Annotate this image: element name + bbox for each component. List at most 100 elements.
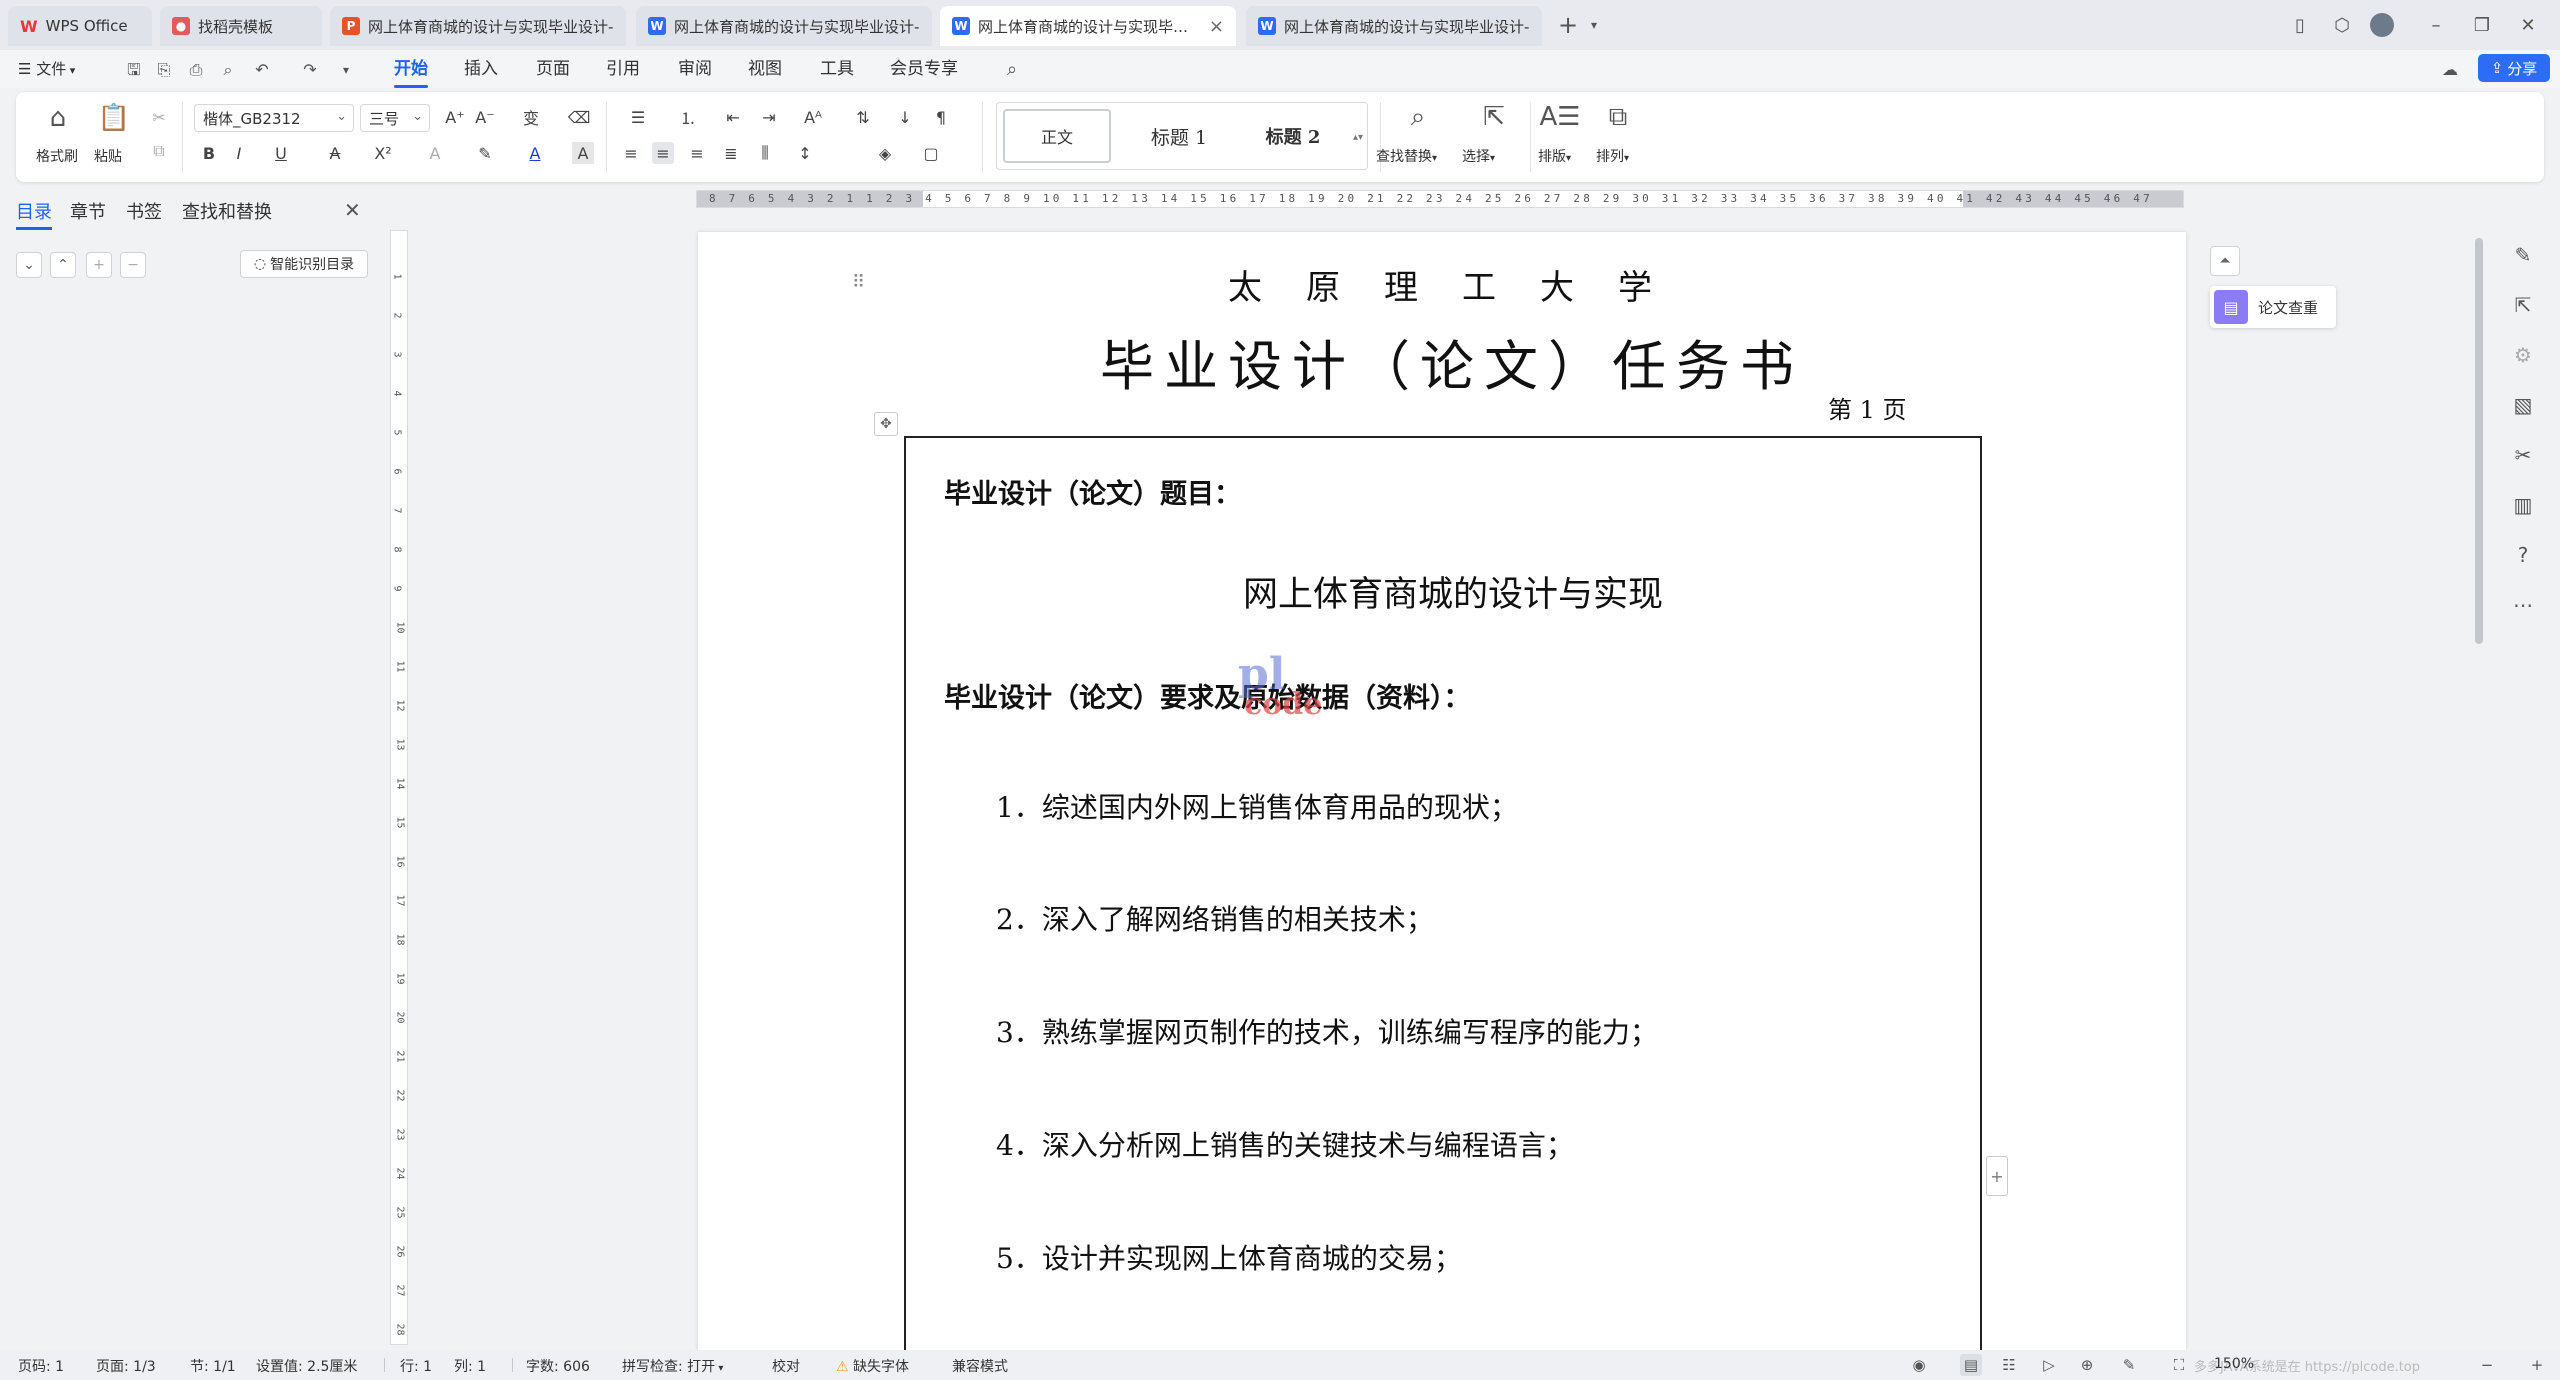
select-button[interactable]: 选择▾ [1462, 146, 1495, 166]
image-edit-icon[interactable]: ▧ [2508, 390, 2538, 420]
status-spell-check[interactable]: 拼写检查: 打开 ▾ [622, 1356, 723, 1376]
strikethrough-icon[interactable]: A [320, 142, 350, 164]
document-page[interactable]: ⠿ 太原理工大学 毕业设计（论文）任务书 第 1 页 ✥ 毕业设计（论文）题目：… [698, 232, 2186, 1350]
increase-indent-icon[interactable]: ⇥ [758, 106, 780, 128]
settings-sliders-icon[interactable]: ⚙ [2508, 340, 2538, 370]
layout-button[interactable]: 排版▾ [1538, 146, 1571, 166]
status-pages[interactable]: 页面: 1/3 [96, 1356, 156, 1376]
tab-list-chevron-icon[interactable]: ▾ [1578, 10, 1610, 40]
horizontal-ruler[interactable]: 8 7 6 5 4 3 2 1 1 2 3 4 5 6 7 8 9 10 11 … [696, 190, 2184, 208]
undo-icon[interactable]: ↶ [252, 60, 272, 80]
redo-icon[interactable]: ↷ [300, 60, 320, 80]
tab-wps-home[interactable]: W WPS Office [8, 6, 152, 46]
status-setting[interactable]: 设置值: 2.5厘米 [256, 1356, 357, 1376]
bullet-list-icon[interactable]: ☰ [620, 106, 656, 128]
more-chevron-icon[interactable]: ▾ [336, 60, 356, 80]
line-spacing-icon[interactable]: ↕ [788, 142, 822, 164]
numbered-list-icon[interactable]: ⒈ [670, 106, 706, 128]
arrange-icon[interactable]: ⧉ [1600, 100, 1636, 134]
vertical-scrollbar[interactable] [2472, 194, 2486, 1340]
print-preview-icon[interactable]: ⌕ [218, 60, 238, 80]
nav-tab-chapters[interactable]: 章节 [70, 198, 106, 224]
table-move-icon[interactable]: ✥ [874, 412, 898, 436]
nav-tab-bookmarks[interactable]: 书签 [126, 198, 162, 224]
decrease-indent-icon[interactable]: ⇤ [722, 106, 744, 128]
paste-button[interactable]: 粘贴 [94, 146, 122, 166]
page-view-icon[interactable]: ▤ [1960, 1354, 1982, 1376]
layout-icon[interactable]: ▯ [2284, 10, 2316, 40]
style-heading-2[interactable]: 标题 2 [1241, 109, 1345, 163]
layout-typeset-icon[interactable]: A☰ [1539, 100, 1580, 134]
menu-tools[interactable]: 工具 [820, 56, 854, 82]
phonetic-icon[interactable]: 变 [516, 106, 546, 128]
close-tab-icon[interactable]: × [1209, 16, 1224, 37]
sort-icon[interactable]: ⇅ [846, 106, 880, 128]
more-icon[interactable]: ⋯ [2508, 590, 2538, 620]
paste-icon[interactable]: 📋 [96, 102, 132, 134]
shrink-font-icon[interactable]: A⁻ [474, 106, 496, 128]
eye-protect-icon[interactable]: ◉ [1908, 1354, 1930, 1376]
align-left-icon[interactable]: ≡ [620, 142, 642, 164]
smart-toc-button[interactable]: ◌ 智能识别目录 [240, 250, 368, 278]
export-icon[interactable]: ⎘ [154, 60, 174, 80]
menu-view[interactable]: 视图 [748, 56, 782, 82]
menu-references[interactable]: 引用 [606, 56, 640, 82]
zoom-level[interactable]: 150% [2214, 1356, 2254, 1372]
cube-icon[interactable]: ⬡ [2326, 10, 2358, 40]
menu-home[interactable]: 开始 [394, 56, 428, 88]
cloud-sync-icon[interactable]: ☁ [2440, 60, 2460, 80]
tab-ppt-doc[interactable]: P 网上体育商城的设计与实现毕业设计- [330, 6, 626, 46]
align-right-icon[interactable]: ≡ [686, 142, 708, 164]
tab-word-doc-active[interactable]: W 网上体育商城的设计与实现毕业设计 × [940, 6, 1236, 46]
font-color-icon[interactable]: A [520, 142, 550, 164]
status-missing-font[interactable]: ⚠ 缺失字体 [836, 1356, 909, 1376]
save-icon[interactable]: 🖫 [124, 60, 144, 80]
expand-all-icon[interactable]: ⌄ [16, 252, 42, 278]
shading-icon[interactable]: ◈ [868, 142, 902, 164]
web-view-icon[interactable]: ⊕ [2076, 1354, 2098, 1376]
find-replace-icon[interactable]: ⌕ [1400, 100, 1436, 134]
add-row-icon[interactable]: + [1986, 1156, 2008, 1196]
play-icon[interactable]: ▷ [2038, 1354, 2060, 1376]
text-effect-icon[interactable]: A [420, 142, 450, 164]
justify-icon[interactable]: ≣ [720, 142, 742, 164]
copy-icon[interactable]: ⧉ [148, 140, 170, 162]
fit-zoom-icon[interactable]: ⛶ [2168, 1354, 2190, 1376]
highlight-icon[interactable]: ✎ [470, 142, 500, 164]
avatar[interactable] [2366, 10, 2398, 40]
select-cursor-icon[interactable]: ⇱ [1476, 100, 1512, 134]
tools-icon[interactable]: ✂ [2508, 440, 2538, 470]
menu-insert[interactable]: 插入 [464, 56, 498, 82]
file-menu[interactable]: ☰ 文件 ▾ [18, 56, 75, 82]
zoom-in-icon[interactable]: + [2526, 1354, 2548, 1376]
font-size-select[interactable]: 三号 ⌄ [360, 104, 430, 132]
share-button[interactable]: ⇪ 分享 [2478, 54, 2550, 82]
distribute-icon[interactable]: ⫼ [754, 142, 776, 164]
sort-az-icon[interactable]: ↓ [894, 106, 916, 128]
nav-tab-toc[interactable]: 目录 [16, 198, 52, 230]
restore-icon[interactable]: ❐ [2466, 10, 2498, 40]
collapse-all-icon[interactable]: ⌃ [50, 252, 76, 278]
scrollbar-thumb[interactable] [2475, 238, 2483, 644]
format-painter-icon[interactable]: ⌂ [40, 102, 76, 134]
grow-font-icon[interactable]: A⁺ [444, 106, 466, 128]
find-replace-button[interactable]: 查找替换▾ [1376, 146, 1437, 166]
styles-scroll-icon[interactable]: ▴▾ [1351, 107, 1365, 167]
format-painter-button[interactable]: 格式刷 [36, 146, 78, 166]
align-center-icon[interactable]: ≡ [652, 142, 674, 164]
style-normal[interactable]: 正文 [1003, 109, 1111, 163]
pointer-icon[interactable]: ⇱ [2508, 290, 2538, 320]
outline-view-icon[interactable]: ☷ [1998, 1354, 2020, 1376]
status-section[interactable]: 节: 1/1 [190, 1356, 236, 1376]
superscript-icon[interactable]: X² [368, 142, 398, 164]
close-pane-icon[interactable]: ✕ [344, 198, 361, 222]
nav-tab-find-replace[interactable]: 查找和替换 [182, 198, 272, 224]
cut-icon[interactable]: ✂ [148, 106, 170, 128]
status-proofread[interactable]: 校对 [772, 1356, 800, 1376]
show-marks-icon[interactable]: ¶ [928, 106, 954, 128]
book-icon[interactable]: ▥ [2508, 490, 2538, 520]
underline-icon[interactable]: U [266, 142, 296, 164]
bold-icon[interactable]: B [198, 142, 220, 164]
print-icon[interactable]: ⎙ [186, 60, 206, 80]
tab-template[interactable]: ● 找稻壳模板 [160, 6, 322, 46]
